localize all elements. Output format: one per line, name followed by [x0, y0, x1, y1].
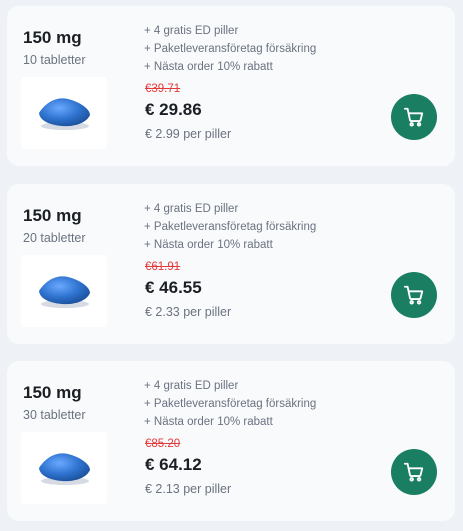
- unit-price: € 2.13 per piller: [145, 482, 232, 496]
- blue-pill-icon: [39, 276, 90, 308]
- shopping-cart-icon: [403, 285, 424, 305]
- add-to-cart-button[interactable]: [391, 272, 437, 318]
- old-price: €39.71: [145, 83, 181, 95]
- product-card: 150 mg 30 tabletter + 4 gratis ED piller…: [7, 361, 455, 521]
- tablet-count: 10 tabletter: [23, 53, 86, 67]
- pill-image: [21, 255, 107, 327]
- add-to-cart-button[interactable]: [391, 94, 437, 140]
- shopping-cart-icon: [403, 462, 424, 482]
- unit-price: € 2.33 per piller: [145, 305, 232, 319]
- blue-pill-icon: [39, 453, 90, 485]
- feature-item: + Nästa order 10% rabatt: [144, 416, 273, 428]
- product-card: 150 mg 10 tabletter + 4 gratis ED piller…: [7, 6, 455, 166]
- blue-pill-icon: [39, 98, 90, 130]
- price: € 64.12: [145, 455, 202, 474]
- feature-item: + Nästa order 10% rabatt: [144, 239, 273, 251]
- unit-price: € 2.99 per piller: [145, 127, 232, 141]
- dose-label: 150 mg: [23, 206, 82, 225]
- feature-item: + Paketleveransföretag försäkring: [144, 43, 317, 55]
- feature-item: + 4 gratis ED piller: [144, 25, 239, 37]
- feature-item: + Paketleveransföretag försäkring: [144, 221, 317, 233]
- tablet-count: 30 tabletter: [23, 408, 86, 422]
- dose-label: 150 mg: [23, 383, 82, 402]
- feature-list: + 4 gratis ED piller + Paketleveransföre…: [144, 22, 316, 76]
- old-price: €85.20: [145, 438, 181, 450]
- old-price: €61.91: [145, 261, 181, 273]
- feature-item: + Nästa order 10% rabatt: [144, 61, 273, 73]
- pill-image: [21, 77, 107, 149]
- tablet-count: 20 tabletter: [23, 231, 86, 245]
- feature-item: + 4 gratis ED piller: [144, 203, 239, 215]
- add-to-cart-button[interactable]: [391, 449, 437, 495]
- shopping-cart-icon: [403, 107, 424, 127]
- feature-item: + 4 gratis ED piller: [144, 380, 239, 392]
- feature-item: + Paketleveransföretag försäkring: [144, 398, 317, 410]
- price: € 46.55: [145, 278, 202, 297]
- dose-label: 150 mg: [23, 28, 82, 47]
- feature-list: + 4 gratis ED piller + Paketleveransföre…: [144, 200, 316, 254]
- price: € 29.86: [145, 100, 202, 119]
- pill-image: [21, 432, 107, 504]
- feature-list: + 4 gratis ED piller + Paketleveransföre…: [144, 377, 316, 431]
- product-card: 150 mg 20 tabletter + 4 gratis ED piller…: [7, 184, 455, 344]
